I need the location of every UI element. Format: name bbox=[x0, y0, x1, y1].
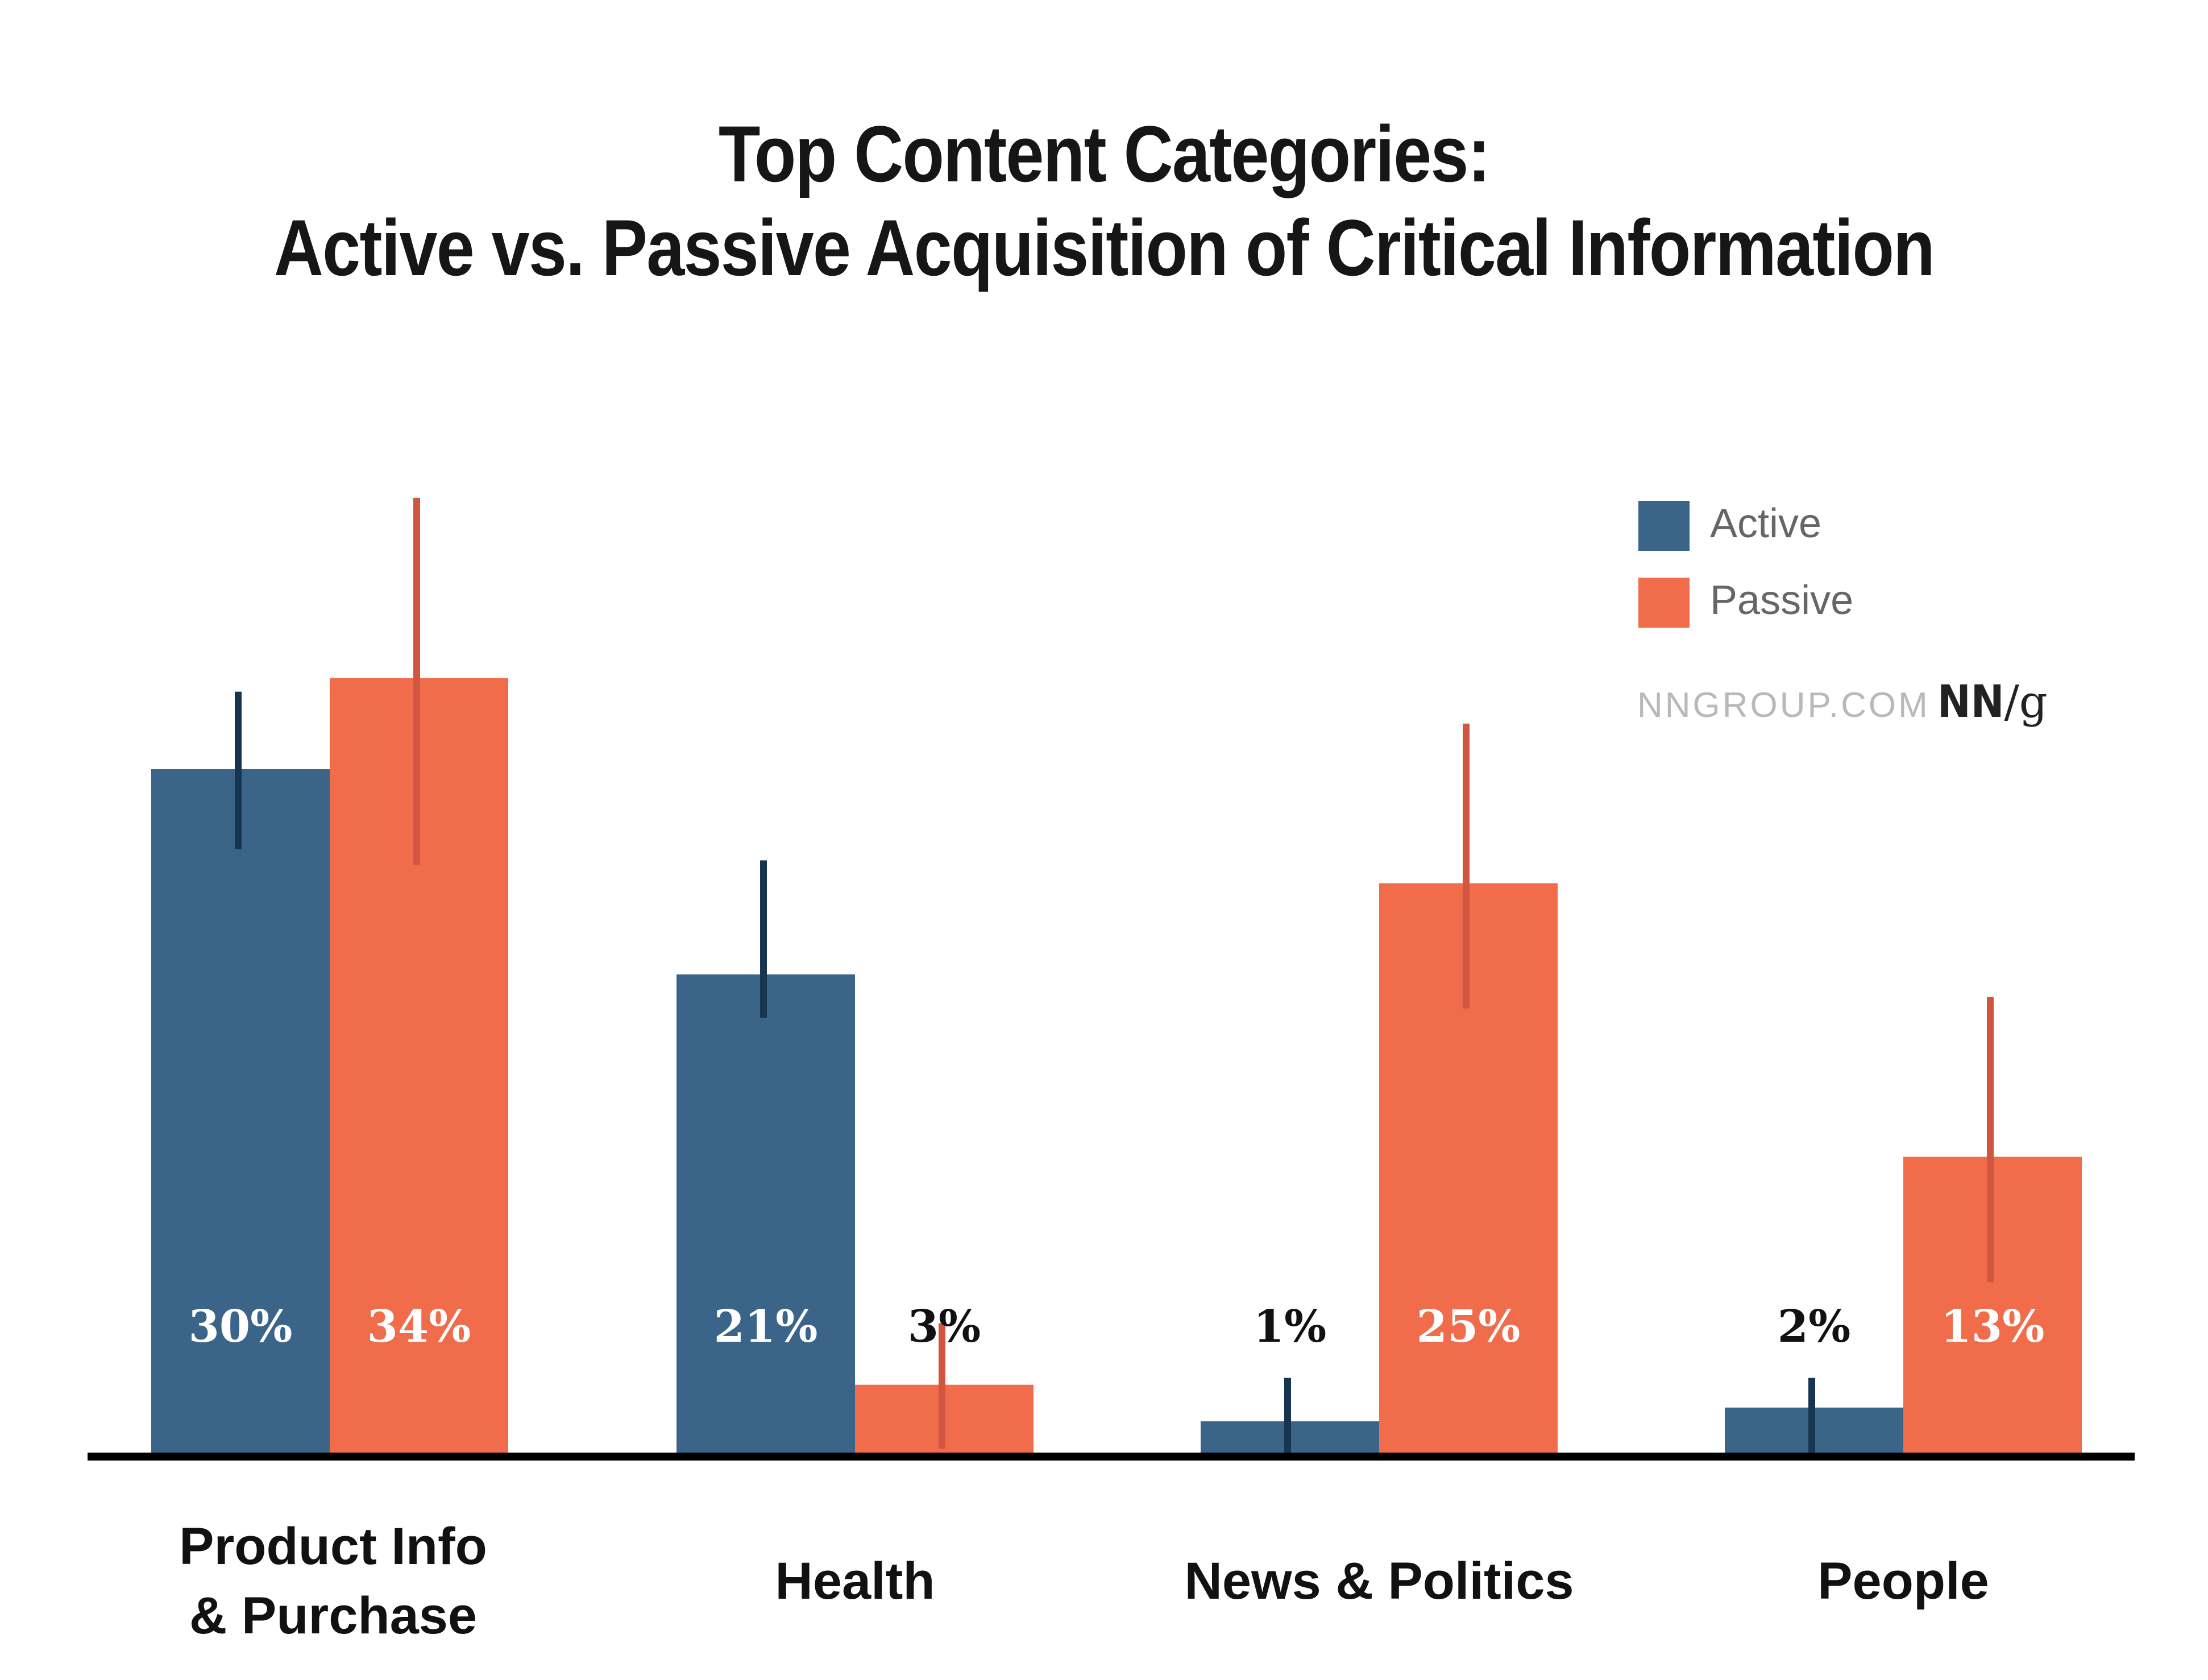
legend-label-passive: Passive bbox=[1710, 578, 1854, 623]
value-label-active-3: 2% bbox=[1778, 1301, 1850, 1353]
category-label-0-line-1: & Purchase bbox=[189, 1587, 477, 1645]
nng-logo-slash: / bbox=[2004, 677, 2019, 728]
value-label-passive-0: 34% bbox=[367, 1301, 471, 1353]
nng-logo: NN/g bbox=[1937, 677, 2048, 728]
value-label-passive-2: 25% bbox=[1417, 1301, 1521, 1353]
value-label-active-0: 30% bbox=[189, 1301, 293, 1353]
bar-active-1 bbox=[676, 974, 855, 1453]
category-label-2: News & Politics bbox=[1184, 1552, 1574, 1610]
value-label-active-1: 21% bbox=[714, 1301, 818, 1353]
category-labels-layer: Product Info & Purchase Health News & Polit… bbox=[179, 1517, 1989, 1645]
category-label-1: Health bbox=[775, 1552, 935, 1610]
legend-swatch-active bbox=[1638, 501, 1690, 551]
value-label-active-2: 1% bbox=[1254, 1301, 1326, 1353]
nng-logo-main: NN bbox=[1937, 677, 2004, 728]
nng-logo-tail: g bbox=[2019, 677, 2048, 728]
value-label-passive-3: 13% bbox=[1941, 1301, 2045, 1353]
legend-label-active: Active bbox=[1710, 501, 1822, 546]
category-label-0-line-0: Product Info bbox=[179, 1517, 487, 1575]
legend-swatch-passive bbox=[1638, 578, 1690, 628]
category-label-3: People bbox=[1817, 1552, 1989, 1610]
value-labels-layer: 30% 34% 21% 3% 1% 25% 2% 13% bbox=[189, 1301, 2045, 1353]
bar-chart: 30% 34% 21% 3% 1% 25% 2% 13% Product Info & Purc… bbox=[88, 497, 2135, 1645]
value-label-passive-1: 3% bbox=[908, 1301, 981, 1353]
nngroup-url: NNGROUP.COM bbox=[1637, 686, 1930, 725]
